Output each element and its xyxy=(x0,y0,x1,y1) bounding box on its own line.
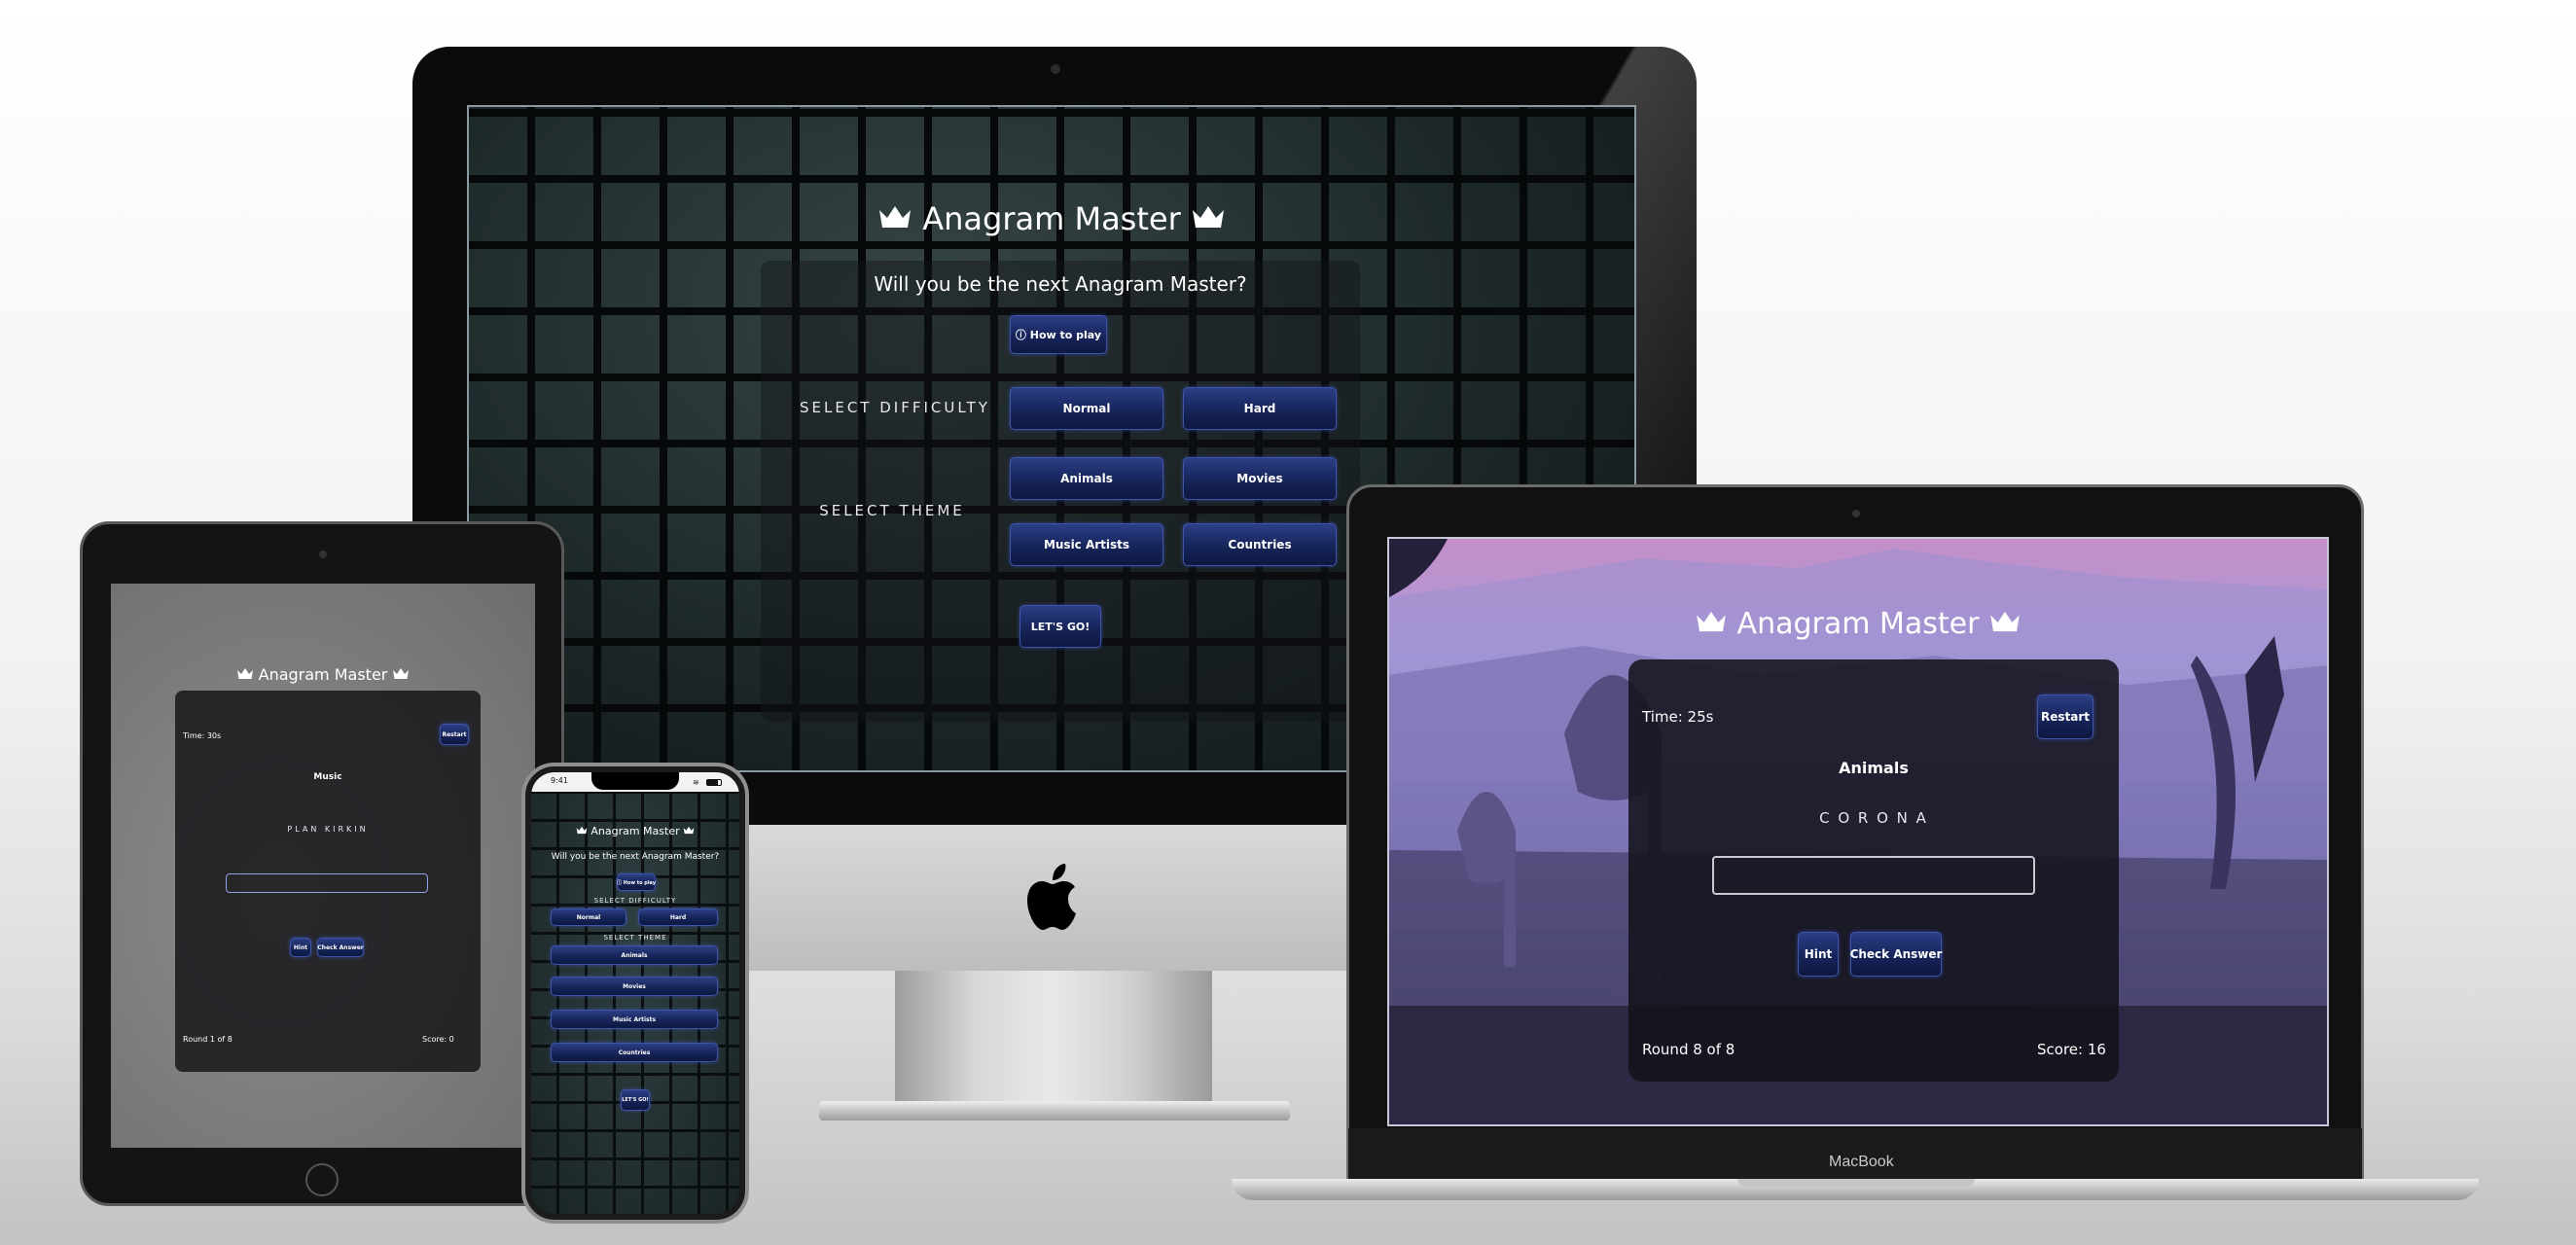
round-counter: Round 8 of 8 xyxy=(1642,1041,1735,1058)
timer: Time: 30s xyxy=(183,731,222,740)
macbook-hinge-notch xyxy=(1737,1179,1975,1187)
check-answer-button[interactable]: Check Answer xyxy=(317,938,364,957)
macbook-brand-label: MacBook xyxy=(1829,1154,1894,1170)
difficulty-normal-button[interactable]: Normal xyxy=(1010,387,1163,430)
how-to-play-button[interactable]: ⓘ How to play xyxy=(1010,315,1107,354)
answer-input[interactable] xyxy=(1712,856,2035,895)
anagram-word: PLAN KIRKIN xyxy=(287,825,369,834)
battery-icon xyxy=(706,779,722,786)
theme-countries-button[interactable]: Countries xyxy=(551,1043,718,1062)
macbook-camera xyxy=(1852,510,1860,517)
check-answer-button[interactable]: Check Answer xyxy=(1850,932,1942,977)
wifi-icon: ≋ xyxy=(693,778,699,787)
title-text: Anagram Master xyxy=(922,200,1181,237)
crown-icon xyxy=(1695,610,1728,633)
ipad-screen: Anagram Master Time: 30s Restart Music P… xyxy=(111,584,535,1148)
restart-button[interactable]: Restart xyxy=(440,724,469,745)
hint-button[interactable]: Hint xyxy=(290,938,311,957)
ipad-camera xyxy=(319,551,327,558)
anagram-word: C O R O N A xyxy=(1819,809,1928,827)
theme-countries-button[interactable]: Countries xyxy=(1183,523,1337,566)
ipad-home-button xyxy=(305,1163,339,1196)
round-counter: Round 1 of 8 xyxy=(183,1035,233,1044)
page-title: Anagram Master xyxy=(1389,607,2327,641)
theme-music-artists-button[interactable]: Music Artists xyxy=(551,1010,718,1029)
timer: Time: 25s xyxy=(1642,708,1714,726)
hint-button[interactable]: Hint xyxy=(1798,932,1839,977)
crown-icon xyxy=(392,667,410,680)
subtitle: Will you be the next Anagram Master? xyxy=(874,272,1247,296)
iphone-notch xyxy=(591,772,679,790)
apple-logo-icon xyxy=(1027,864,1076,930)
start-button[interactable]: LET'S GO! xyxy=(1020,605,1101,648)
select-theme-label: SELECT THEME xyxy=(819,502,965,519)
restart-button[interactable]: Restart xyxy=(2037,694,2093,739)
imac-camera xyxy=(1051,64,1060,74)
start-button[interactable]: LET'S GO! xyxy=(621,1089,650,1111)
crown-icon xyxy=(1988,610,2021,633)
select-difficulty-label: SELECT DIFFICULTY xyxy=(800,399,990,416)
theme-music-artists-button[interactable]: Music Artists xyxy=(1010,523,1163,566)
theme-animals-button[interactable]: Animals xyxy=(1010,457,1163,500)
difficulty-hard-button[interactable]: Hard xyxy=(638,908,718,926)
theme-movies-button[interactable]: Movies xyxy=(551,977,718,996)
crown-icon xyxy=(1191,204,1226,230)
title-text: Anagram Master xyxy=(258,665,388,684)
title-text: Anagram Master xyxy=(590,825,680,837)
crown-icon xyxy=(576,826,588,835)
theme-name: Music xyxy=(313,772,342,782)
subtitle: Will you be the next Anagram Master? xyxy=(551,852,720,862)
crown-icon xyxy=(236,667,254,680)
theme-movies-button[interactable]: Movies xyxy=(1183,457,1337,500)
theme-animals-button[interactable]: Animals xyxy=(551,945,718,965)
difficulty-hard-button[interactable]: Hard xyxy=(1183,387,1337,430)
imac-stand-neck xyxy=(895,971,1212,1105)
difficulty-normal-button[interactable]: Normal xyxy=(551,908,626,926)
macbook-screen: Anagram Master Time: 25s Restart Animals… xyxy=(1387,537,2329,1126)
answer-input[interactable] xyxy=(226,873,428,893)
select-theme-label: SELECT THEME xyxy=(603,934,667,942)
page-title: Anagram Master xyxy=(111,665,535,684)
theme-name: Animals xyxy=(1839,759,1909,777)
score: Score: 0 xyxy=(422,1035,454,1044)
status-clock: 9:41 xyxy=(551,776,568,785)
how-to-play-button[interactable]: ⓘ How to play xyxy=(617,873,656,891)
score: Score: 16 xyxy=(2037,1041,2106,1058)
imac-stand-base xyxy=(819,1101,1290,1120)
iphone-screen: 9:41 ≋ Anagram Master Will you be the ne… xyxy=(531,772,739,1214)
page-title: Anagram Master xyxy=(469,200,1634,237)
crown-icon xyxy=(683,826,695,835)
title-text: Anagram Master xyxy=(1736,607,1980,641)
select-difficulty-label: SELECT DIFFICULTY xyxy=(593,897,677,905)
crown-icon xyxy=(877,204,912,230)
page-title: Anagram Master xyxy=(531,825,739,837)
